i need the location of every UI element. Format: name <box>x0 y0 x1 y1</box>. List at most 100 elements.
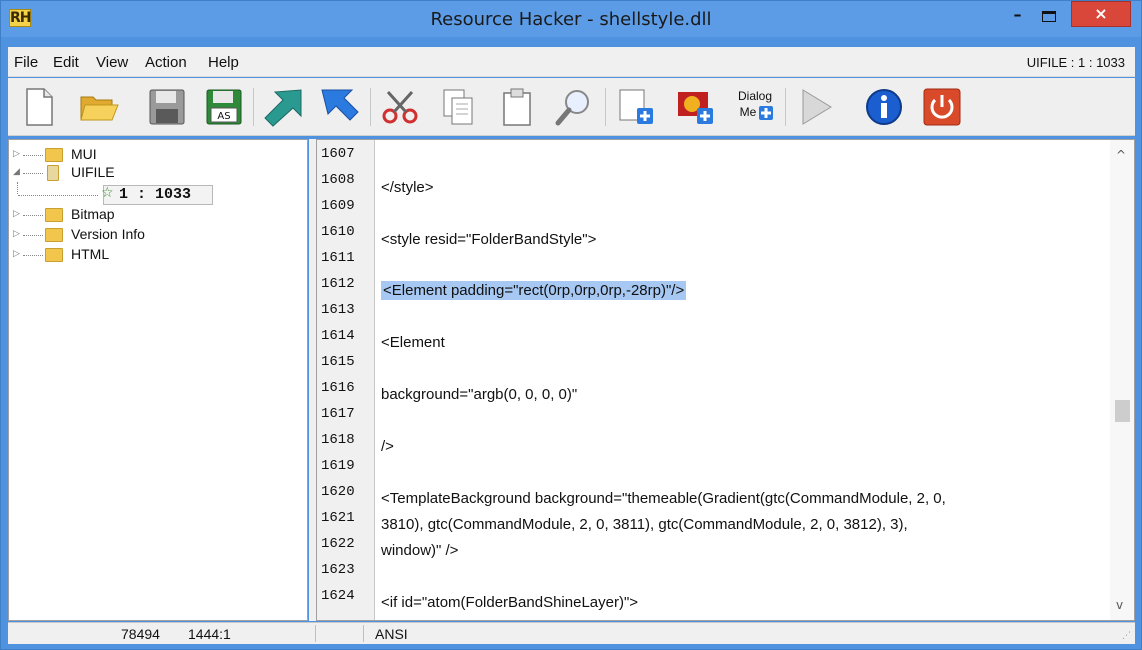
line-number: 1616 <box>321 380 355 396</box>
toolbar-separator <box>253 88 254 126</box>
play-button[interactable] <box>795 86 837 128</box>
resize-grip-icon[interactable]: ⋰ <box>1122 631 1131 641</box>
menu-view[interactable]: View <box>96 54 128 71</box>
line-number: 1615 <box>321 354 355 370</box>
folder-icon <box>45 248 63 262</box>
expand-icon[interactable]: ▷ <box>13 229 20 239</box>
dialog-label: Dialog <box>738 89 772 103</box>
tree-item-label: Bitmap <box>71 206 115 222</box>
expand-icon[interactable]: ▷ <box>13 149 20 159</box>
new-file-button[interactable] <box>18 86 60 128</box>
copy-button[interactable] <box>438 86 480 128</box>
open-button[interactable] <box>78 86 120 128</box>
menu-action[interactable]: Action <box>145 54 187 71</box>
toolbar-separator <box>370 88 371 126</box>
folder-icon <box>45 148 63 162</box>
toolbar-separator <box>785 88 786 126</box>
tree-item-1033[interactable]: ☆ 1 : 1033 <box>13 182 213 204</box>
panel-splitter[interactable] <box>309 139 316 621</box>
star-icon: ☆ <box>101 185 114 201</box>
menu-file[interactable]: File <box>14 54 38 71</box>
status-encoding: ANSI <box>375 626 408 642</box>
menu-edit[interactable]: Edit <box>53 54 79 71</box>
compile-script-button[interactable] <box>263 86 305 128</box>
add-resource-button[interactable] <box>615 86 657 128</box>
folder-icon <box>45 228 63 242</box>
run-script-button[interactable] <box>318 86 360 128</box>
code-line: 3810), gtc(CommandModule, 2, 0, 3811), g… <box>381 516 908 533</box>
tree-item-label: HTML <box>71 246 110 262</box>
line-number: 1613 <box>321 302 355 318</box>
expand-icon[interactable]: ▷ <box>13 249 20 259</box>
add-resource-icon <box>619 89 653 124</box>
line-number: 1608 <box>321 172 355 188</box>
tree-connector <box>23 155 43 156</box>
scroll-up-icon[interactable]: ^ <box>1116 148 1126 162</box>
expand-icon[interactable]: ▷ <box>13 209 20 219</box>
run-script-icon <box>321 89 359 121</box>
compile-script-icon <box>264 89 302 127</box>
line-number: 1618 <box>321 432 355 448</box>
info-button[interactable] <box>863 86 905 128</box>
tree-connector <box>23 235 43 236</box>
line-number: 1612 <box>321 276 355 292</box>
status-offset: 78494 <box>121 626 160 642</box>
add-image-button[interactable] <box>675 86 717 128</box>
tree-connector <box>23 255 43 256</box>
code-line-selected: <Element padding="rect(0rp,0rp,0rp,-28rp… <box>381 281 687 300</box>
maximize-button[interactable] <box>1035 5 1062 32</box>
status-position: 1444:1 <box>188 626 231 642</box>
save-button[interactable] <box>146 86 188 128</box>
copy-icon <box>443 89 473 125</box>
open-folder-icon <box>80 96 119 121</box>
paste-icon <box>503 88 531 126</box>
cut-button[interactable] <box>380 86 422 128</box>
line-number: 1611 <box>321 250 355 266</box>
close-button[interactable]: × <box>1071 1 1131 27</box>
line-number: 1623 <box>321 562 355 578</box>
code-line: </style> <box>381 179 434 196</box>
scroll-down-icon[interactable]: v <box>1116 598 1123 612</box>
line-number: 1624 <box>321 588 355 604</box>
menu-bar: File Edit View Action Help UIFILE : 1 : … <box>8 47 1135 77</box>
app-window: RH Resource Hacker - shellstyle.dll – × … <box>0 0 1142 650</box>
line-number: 1621 <box>321 510 355 526</box>
code-line: <style resid="FolderBandStyle"> <box>381 231 597 248</box>
tree-item-label: Version Info <box>71 226 145 242</box>
folder-icon <box>45 208 63 222</box>
scroll-thumb[interactable] <box>1115 400 1130 422</box>
resource-tree: ▷ MUI ◢ UIFILE ☆ 1 : 1033 ▷ Bitmap ▷ Ver… <box>8 139 308 621</box>
new-file-icon <box>26 88 53 126</box>
save-icon <box>149 89 185 125</box>
tree-connector <box>18 195 98 196</box>
line-number: 1610 <box>321 224 355 240</box>
line-number: 1614 <box>321 328 355 344</box>
line-number: 1620 <box>321 484 355 500</box>
minimize-button[interactable]: – <box>1004 5 1031 32</box>
code-line: background="argb(0, 0, 0, 0)" <box>381 386 578 403</box>
code-line: <TemplateBackground background="themeabl… <box>381 490 946 507</box>
vertical-scrollbar[interactable]: ^ v <box>1110 140 1134 620</box>
exit-button[interactable] <box>921 86 963 128</box>
power-icon <box>923 88 961 126</box>
play-icon <box>802 89 832 125</box>
line-number: 1609 <box>321 198 355 214</box>
status-separator <box>315 625 316 642</box>
collapse-icon[interactable]: ◢ <box>13 167 20 177</box>
save-as-label: AS <box>217 111 230 122</box>
paste-button[interactable] <box>496 86 538 128</box>
menu-help[interactable]: Help <box>208 54 239 71</box>
save-as-button[interactable]: AS <box>203 86 245 128</box>
tree-item-label: MUI <box>71 146 97 162</box>
code-line: /> <box>381 438 394 455</box>
line-number-gutter: 1607 1608 1609 1610 1611 1612 1613 1614 … <box>317 140 375 620</box>
resource-path-label: UIFILE : 1 : 1033 <box>1026 55 1125 70</box>
dialog-menu-button[interactable]: Dialog Me <box>735 86 777 128</box>
dialog-menu-icon: Dialog Me <box>738 89 773 120</box>
find-button[interactable] <box>553 86 595 128</box>
tree-connector <box>23 215 43 216</box>
title-bar[interactable]: RH Resource Hacker - shellstyle.dll – × <box>1 1 1141 37</box>
script-editor[interactable]: 1607 1608 1609 1610 1611 1612 1613 1614 … <box>316 139 1135 621</box>
status-bar: 78494 1444:1 ANSI ⋰ <box>8 622 1135 644</box>
maximize-icon <box>1041 11 1056 22</box>
